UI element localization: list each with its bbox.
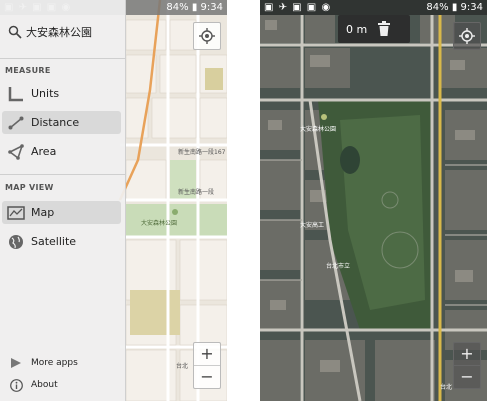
distance-icon xyxy=(7,115,25,131)
poi-label: 台北 xyxy=(440,384,453,391)
clock: 9:34 xyxy=(460,2,483,13)
battery-level: 84% xyxy=(166,2,189,13)
play-icon xyxy=(9,356,23,370)
menu-item-label: Distance xyxy=(31,116,80,129)
status-icons: ▣ ✈ ▣ ▣ ◉ xyxy=(264,2,332,13)
measure-distance-bar: 0 m xyxy=(338,15,410,43)
search-query: 大安森林公園 xyxy=(26,26,92,39)
zoom-controls: + − xyxy=(453,342,481,389)
info-icon xyxy=(9,378,23,392)
right-screen: 大安森林公園 台北市立 大安高工 台北 ▣ ✈ ▣ ▣ ◉ 84% ▮ 9:34… xyxy=(260,0,487,401)
units-icon xyxy=(7,86,25,102)
navigation-drawer: 大安森林公園 MEASURE Units Distance Area MAP V… xyxy=(0,0,126,401)
poi-label: 台北市立 xyxy=(326,263,351,270)
status-right: 84% ▮ 9:34 xyxy=(166,2,223,13)
menu-item-label: Units xyxy=(31,87,60,100)
clock: 9:34 xyxy=(200,2,223,13)
locate-button[interactable] xyxy=(453,22,481,50)
measure-header: MEASURE xyxy=(5,66,51,75)
more-apps-label: More apps xyxy=(31,358,78,368)
distance-value: 0 m xyxy=(346,22,368,36)
menu-item-distance[interactable]: Distance xyxy=(2,111,121,134)
menu-item-label: Satellite xyxy=(31,235,77,248)
status-right: 84% ▮ 9:34 xyxy=(426,2,483,13)
poi-label: 大安高工 xyxy=(300,222,325,229)
about-label: About xyxy=(31,380,58,390)
map-view-header: MAP VIEW xyxy=(5,183,54,192)
search-icon xyxy=(8,25,22,39)
crosshair-icon xyxy=(199,28,215,44)
search-bar[interactable]: 大安森林公園 xyxy=(4,20,120,44)
locate-button[interactable] xyxy=(193,22,221,50)
area-icon xyxy=(7,143,25,160)
map-icon xyxy=(7,205,25,221)
crosshair-icon xyxy=(459,28,475,44)
menu-item-label: Map xyxy=(31,206,55,219)
menu-item-label: Area xyxy=(31,145,57,158)
zoom-controls: + − xyxy=(193,342,221,389)
battery-level: 84% xyxy=(426,2,449,13)
zoom-in-button[interactable]: + xyxy=(454,343,480,366)
street-label: 新生南路一段167 xyxy=(178,149,226,156)
street-label: 台北 xyxy=(176,363,189,370)
menu-item-satellite[interactable]: Satellite xyxy=(2,230,121,253)
trash-icon[interactable] xyxy=(377,21,391,37)
left-screen: 大安森林公園 新生南路一段167 新生南路一段 台北 + − ▣ ✈ ▣ ▣ ◉… xyxy=(0,0,227,401)
menu-item-map[interactable]: Map xyxy=(2,201,121,224)
divider xyxy=(0,174,125,175)
zoom-out-button[interactable]: − xyxy=(454,366,480,388)
zoom-out-button[interactable]: − xyxy=(194,366,220,388)
park-label: 大安森林公園 xyxy=(300,126,337,133)
street-label: 新生南路一段 xyxy=(178,189,215,196)
zoom-in-button[interactable]: + xyxy=(194,343,220,366)
status-bar: ▣ ✈ ▣ ▣ ◉ 84% ▮ 9:34 xyxy=(260,0,487,15)
menu-item-area[interactable]: Area xyxy=(2,140,121,163)
globe-icon xyxy=(7,234,25,250)
menu-item-units[interactable]: Units xyxy=(2,82,121,105)
satellite-map[interactable] xyxy=(260,0,487,401)
about-link[interactable]: About xyxy=(2,376,121,394)
more-apps-link[interactable]: More apps xyxy=(2,354,121,372)
park-label: 大安森林公園 xyxy=(141,220,178,227)
divider xyxy=(0,58,125,59)
